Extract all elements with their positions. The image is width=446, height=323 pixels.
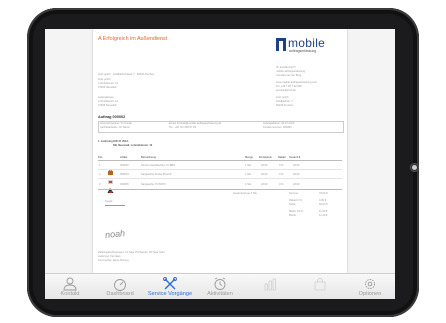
totals-label: Netto:: [289, 203, 296, 206]
footer-line: Lieferung: frei Haus: [98, 255, 121, 258]
tab-dashboard[interactable]: Dashboard: [95, 274, 145, 299]
tab-label: Kontakt: [60, 291, 80, 297]
tab-chart[interactable]: [245, 274, 295, 299]
contact-line: mobile auftragserfassung: [276, 70, 306, 73]
delivery-address: DB, Neustadt, Lohmühlenstr. 12: [113, 144, 153, 147]
table-cell: 1: [99, 164, 101, 167]
table-cell: Damen Handtaschen Yo BRO: [141, 164, 176, 167]
table-cell: 1 Stk.: [245, 164, 252, 167]
tab-label: Dashboard: [106, 291, 134, 297]
totals-value: 11,40 €: [319, 214, 328, 217]
alarm-clock-icon: [212, 277, 228, 291]
col-header: Bezeichnung: [141, 156, 156, 159]
document-title: A Erfolgreich im Außendienst: [98, 36, 168, 42]
totals-value: 60,00 €: [319, 203, 328, 206]
table-cell: 20,00: [293, 164, 300, 167]
address-line: 07926 Neustadt: [98, 104, 117, 107]
product-thumbnail: [107, 171, 114, 184]
table-cell: 20,00: [261, 173, 268, 176]
totals-label: MwSt. 19 %:: [289, 210, 304, 213]
table-cell: 000005: [120, 183, 129, 186]
table-cell: 3: [99, 183, 101, 186]
tab-kontakt[interactable]: Kontakt: [45, 274, 95, 299]
col-header: Menge: [245, 156, 253, 159]
chart-icon: [262, 277, 278, 291]
order-info: Ansprechpartner: Ihr Kunde: [100, 122, 132, 125]
app-screen: A Erfolgreich im Außendienst mobile auft…: [45, 29, 395, 299]
person-icon: [62, 277, 78, 291]
tab-label: Aktivitäten: [207, 291, 233, 297]
totals-value: 70,00 €: [319, 192, 328, 195]
tab-optionen[interactable]: Optionen: [345, 274, 395, 299]
totals-label: Summe:: [289, 192, 299, 195]
table-cell: 000002: [120, 164, 129, 167]
address-line: ionic gmbh: [98, 78, 111, 81]
table-cell: 2: [99, 173, 101, 176]
table-cell: 0 %: [279, 164, 284, 167]
table-cell: Sargtasche Kinder BLACK: [141, 173, 172, 176]
product-thumbnail: [107, 180, 114, 193]
tab-label: Optionen: [358, 291, 382, 297]
totals-value: 11,40 €: [319, 210, 328, 213]
totals-label: Brutto:: [289, 214, 297, 217]
footer-line: Zahlungsbedingungen: 14 Tage 2% Skonto, …: [98, 251, 165, 254]
address-line: Lohmühlenstr. 12: [98, 82, 118, 85]
order-title: Auftrag 000002: [98, 115, 126, 119]
tab-bar: Kontakt Dashboard Service Vorgänge Aktiv…: [45, 273, 395, 299]
footer-line: Kommentar: keine Ahnung: [98, 259, 129, 262]
col-header: Artikel: [120, 156, 128, 159]
tab-bag[interactable]: [295, 274, 345, 299]
tab-label: Service Vorgänge: [147, 291, 193, 297]
delivery-header: 1. Lieferung KW 27 2013 ·: [98, 140, 130, 143]
table-cell: 1 Stk.: [245, 173, 252, 176]
total-quantity: Gesamtmenge 3 Stk.: [233, 192, 258, 195]
product-thumbnail: [107, 162, 114, 175]
signature-label: Kunde: [105, 200, 113, 203]
col-header: Gesamt €: [289, 156, 301, 159]
tab-aktivitaeten[interactable]: Aktivitäten: [195, 274, 245, 299]
logo-tagline: auftragserfassung: [289, 49, 317, 53]
order-info: Sachbearbeiter: Ihr Name: [100, 126, 130, 129]
speedometer-icon: [112, 277, 128, 291]
tools-icon: [162, 277, 178, 291]
contact-line: Tel. +49 7 62 7 62 995: [276, 85, 302, 88]
tab-service-vorgaenge[interactable]: Service Vorgänge: [145, 274, 195, 299]
order-info: Email: Kontakt@mobile-auftragserfassung.…: [169, 122, 222, 125]
totals-value: 0,00 €: [319, 199, 327, 202]
contact-line: ionic gmbh: [276, 96, 289, 99]
camera-dot: [412, 165, 417, 170]
contact-line: 50226 Frechen: [276, 104, 294, 107]
col-header: Rabatt: [278, 156, 286, 159]
table-cell: Sargtasche YN BLTR: [141, 183, 166, 186]
totals-label: Rabatt 0 %:: [289, 199, 303, 202]
customer-signature: noah: [104, 227, 126, 241]
table-cell: 1 Stk.: [245, 183, 252, 186]
table-divider: [98, 160, 342, 161]
contact-line: Ihr Kontakt bei IT:: [276, 66, 297, 69]
table-cell: 20,00: [293, 173, 300, 176]
sender-line: ionic gmbh · Goldbachstrasse 7 · 50226 F…: [98, 73, 155, 76]
table-cell: 0 %: [279, 183, 284, 186]
table-cell: 20,00: [261, 164, 268, 167]
table-cell: 20,00: [261, 183, 268, 186]
address-line: Lohmühlenstr. 12: [98, 100, 118, 103]
table-cell: 20,00: [293, 183, 300, 186]
bag-icon: [312, 277, 328, 291]
order-info: Auftragsdatum: 04.07.2013: [263, 122, 295, 125]
address-line: 07926 Neustadt: [98, 86, 117, 89]
table-cell: 000004: [120, 173, 129, 176]
logo-word: mobile: [288, 36, 326, 50]
contact-line: service@ionic.de: [276, 89, 296, 92]
order-info: Tel.: +49 711 658 57 29: [169, 126, 196, 129]
contact-line: www.mobile-auftragserfassung.com: [276, 81, 318, 84]
col-header: Pos: [98, 156, 103, 159]
order-info: Kundennummer: 000283: [263, 126, 292, 129]
order-document: A Erfolgreich im Außendienst mobile auft…: [93, 29, 347, 273]
contact-line: Goldbachstr. 7: [276, 100, 293, 103]
table-cell: 0 %: [279, 173, 284, 176]
address-line: Lieferadresse: [98, 96, 114, 99]
col-header: Einzelpreis: [259, 156, 272, 159]
contact-line: Cornelia van der Berg: [276, 74, 302, 77]
gear-icon: [362, 277, 378, 291]
